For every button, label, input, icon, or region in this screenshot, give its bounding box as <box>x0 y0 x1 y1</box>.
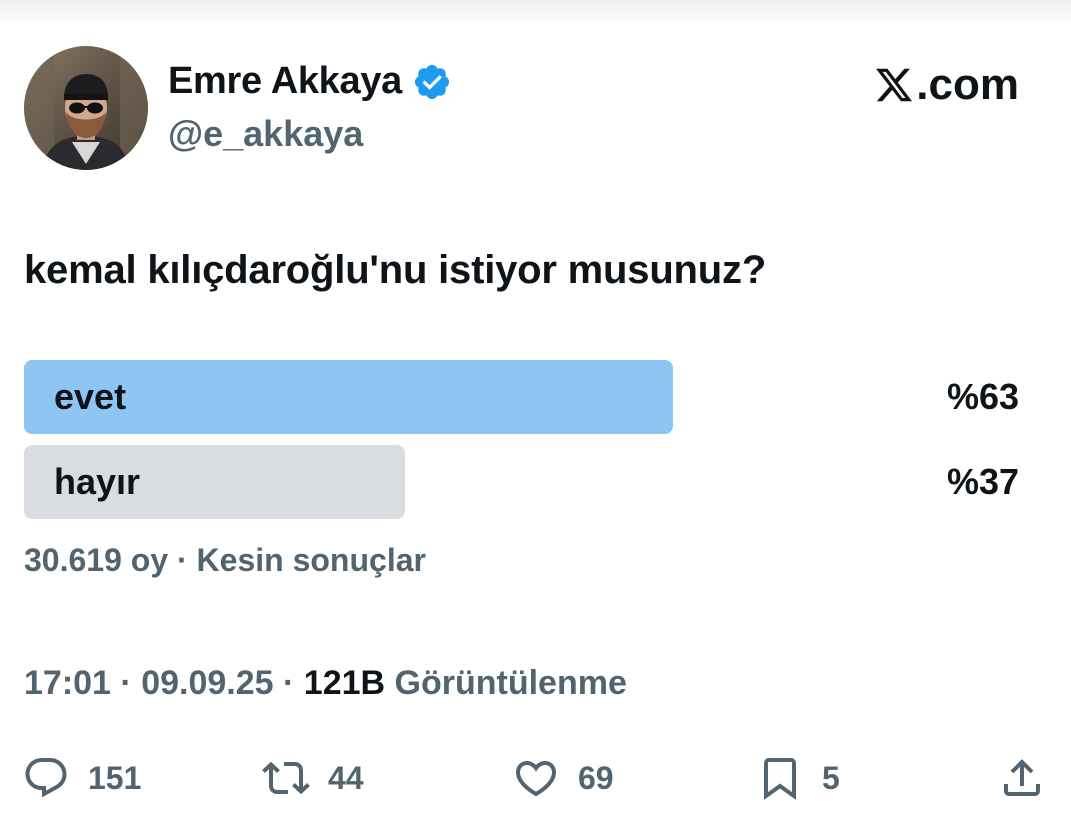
poll-option-label: hayır <box>54 461 141 502</box>
views-count: 121B <box>303 664 386 702</box>
author-display-name: Emre Akkaya <box>168 60 403 102</box>
reply-button[interactable]: 151 <box>22 748 141 808</box>
retweet-button[interactable]: 44 <box>262 748 364 808</box>
poll-option-hayir: hayır %37 <box>24 445 1019 519</box>
tweet-text: kemal kılıçdaroğlu'nu istiyor musunuz? <box>24 248 767 292</box>
separator: · <box>120 664 132 702</box>
separator: · <box>283 664 295 702</box>
verified-badge-icon <box>412 62 452 102</box>
share-button[interactable] <box>998 748 1046 808</box>
like-count: 69 <box>578 759 614 796</box>
reply-icon <box>25 758 67 798</box>
poll-meta: 30.619 oy · Kesin sonuçlar <box>24 542 426 579</box>
tweet-date: 09.09.25 <box>141 664 274 702</box>
avatar-image <box>24 46 148 170</box>
bookmark-icon <box>764 758 796 800</box>
brand-logo: .com <box>874 60 1019 110</box>
brand-domain: .com <box>916 60 1019 109</box>
tweet-timestamp[interactable]: 17:01 · 09.09.25 · 121B Görüntülenme <box>24 664 627 703</box>
poll-option-label: evet <box>54 376 127 417</box>
bookmark-button[interactable]: 5 <box>756 748 840 808</box>
author-handle[interactable]: @e_akkaya <box>168 113 363 155</box>
poll-option-percent: %63 <box>946 376 1019 417</box>
reply-count: 151 <box>88 759 142 796</box>
views-label: Görüntülenme <box>394 664 627 702</box>
author-name[interactable]: Emre Akkaya <box>168 60 452 103</box>
poll-option-evet: evet %63 <box>24 360 1019 434</box>
bookmark-count: 5 <box>822 759 840 796</box>
separator: · <box>177 542 188 578</box>
like-button[interactable]: 69 <box>512 748 614 808</box>
action-bar: 151 44 69 5 <box>0 748 1071 808</box>
heart-icon <box>515 761 557 797</box>
poll-status: Kesin sonuçlar <box>196 542 426 578</box>
poll-vote-count: 30.619 oy <box>24 542 169 578</box>
share-icon <box>1004 759 1040 796</box>
avatar[interactable] <box>24 46 148 170</box>
retweet-icon <box>262 761 310 795</box>
x-logo-icon <box>874 65 914 105</box>
poll-option-percent: %37 <box>946 461 1019 502</box>
retweet-count: 44 <box>328 759 364 796</box>
top-strip <box>0 0 1071 26</box>
tweet-time: 17:01 <box>24 664 111 702</box>
